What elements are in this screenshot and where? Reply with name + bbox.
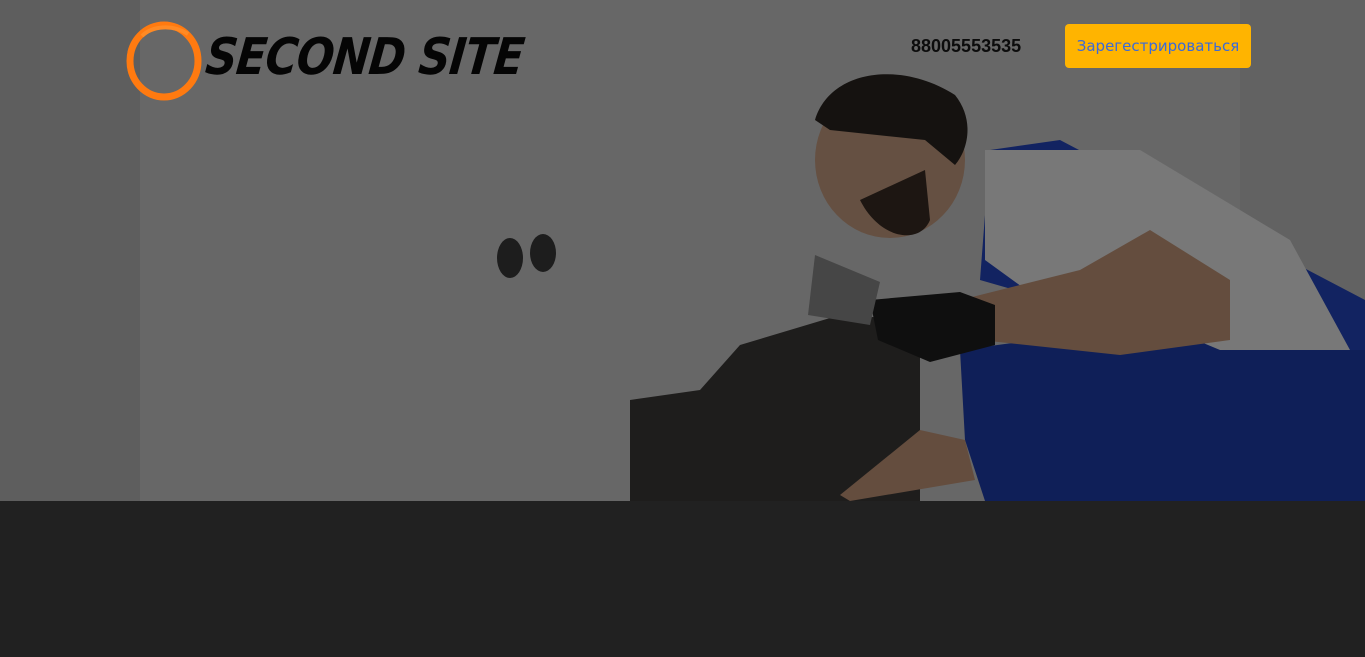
site-header: SECOND SITE 88005553535 Зарегестрировать… [0, 0, 1365, 110]
logo-ring-icon [126, 21, 202, 101]
logo-text: SECOND SITE [202, 28, 527, 87]
phone-link[interactable]: 88005553535 [911, 36, 1021, 57]
lower-content-area [0, 501, 1365, 657]
register-button[interactable]: Зарегестрироваться [1065, 24, 1251, 68]
site-logo[interactable]: SECOND SITE [122, 18, 526, 104]
